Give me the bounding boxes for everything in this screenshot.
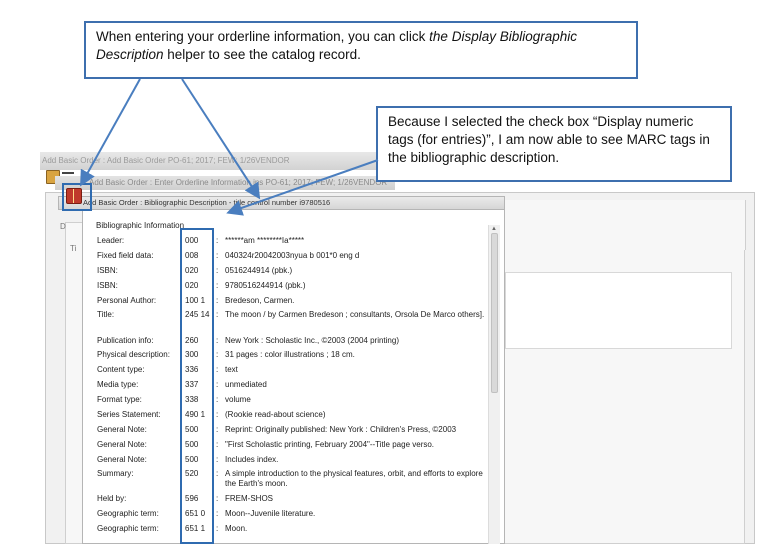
- arrow-to-dialog-title: [181, 78, 261, 200]
- arrow-to-book-icon: [80, 78, 141, 187]
- callout-arrows: [80, 78, 379, 216]
